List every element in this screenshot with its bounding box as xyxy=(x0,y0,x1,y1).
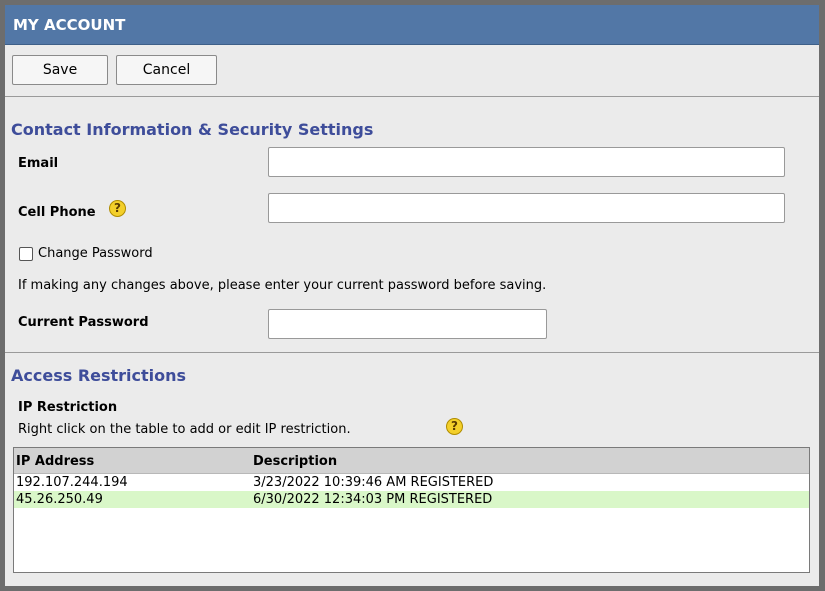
save-button[interactable]: Save xyxy=(12,55,108,85)
table-header: IP Address Description xyxy=(14,448,809,474)
ip-restriction-hint: Right click on the table to add or edit … xyxy=(18,422,351,437)
current-password-label: Current Password xyxy=(18,315,149,330)
page-title: MY ACCOUNT xyxy=(5,5,819,45)
cancel-button[interactable]: Cancel xyxy=(116,55,217,85)
cell-phone-field[interactable] xyxy=(268,193,785,223)
help-question-icon[interactable]: ? xyxy=(446,418,463,435)
access-section-title: Access Restrictions xyxy=(11,366,187,385)
save-notice-text: If making any changes above, please ente… xyxy=(18,278,547,293)
column-header-ip-address[interactable]: IP Address xyxy=(16,454,94,469)
help-question-icon[interactable]: ? xyxy=(109,200,126,217)
toolbar: Save Cancel xyxy=(5,45,819,97)
ip-address-cell: 45.26.250.49 xyxy=(16,492,103,507)
table-row[interactable]: 192.107.244.194 3/23/2022 10:39:46 AM RE… xyxy=(14,474,809,491)
description-cell: 6/30/2022 12:34:03 PM REGISTERED xyxy=(253,492,493,507)
account-window-frame: MY ACCOUNT Save Cancel Contact Informati… xyxy=(0,0,825,591)
cell-phone-label: Cell Phone xyxy=(18,205,96,220)
column-header-description[interactable]: Description xyxy=(253,454,337,469)
account-panel: MY ACCOUNT Save Cancel Contact Informati… xyxy=(5,5,819,586)
description-cell: 3/23/2022 10:39:46 AM REGISTERED xyxy=(253,475,494,490)
ip-restriction-table[interactable]: IP Address Description 192.107.244.194 3… xyxy=(13,447,810,573)
current-password-field[interactable] xyxy=(268,309,547,339)
ip-restriction-heading: IP Restriction xyxy=(18,400,118,415)
section-divider xyxy=(5,352,819,353)
change-password-checkbox[interactable] xyxy=(19,247,33,261)
email-field[interactable] xyxy=(268,147,785,177)
table-row[interactable]: 45.26.250.49 6/30/2022 12:34:03 PM REGIS… xyxy=(14,491,809,508)
email-label: Email xyxy=(18,156,59,171)
ip-address-cell: 192.107.244.194 xyxy=(16,475,128,490)
contact-section-title: Contact Information & Security Settings xyxy=(11,120,374,139)
change-password-label[interactable]: Change Password xyxy=(38,246,153,261)
